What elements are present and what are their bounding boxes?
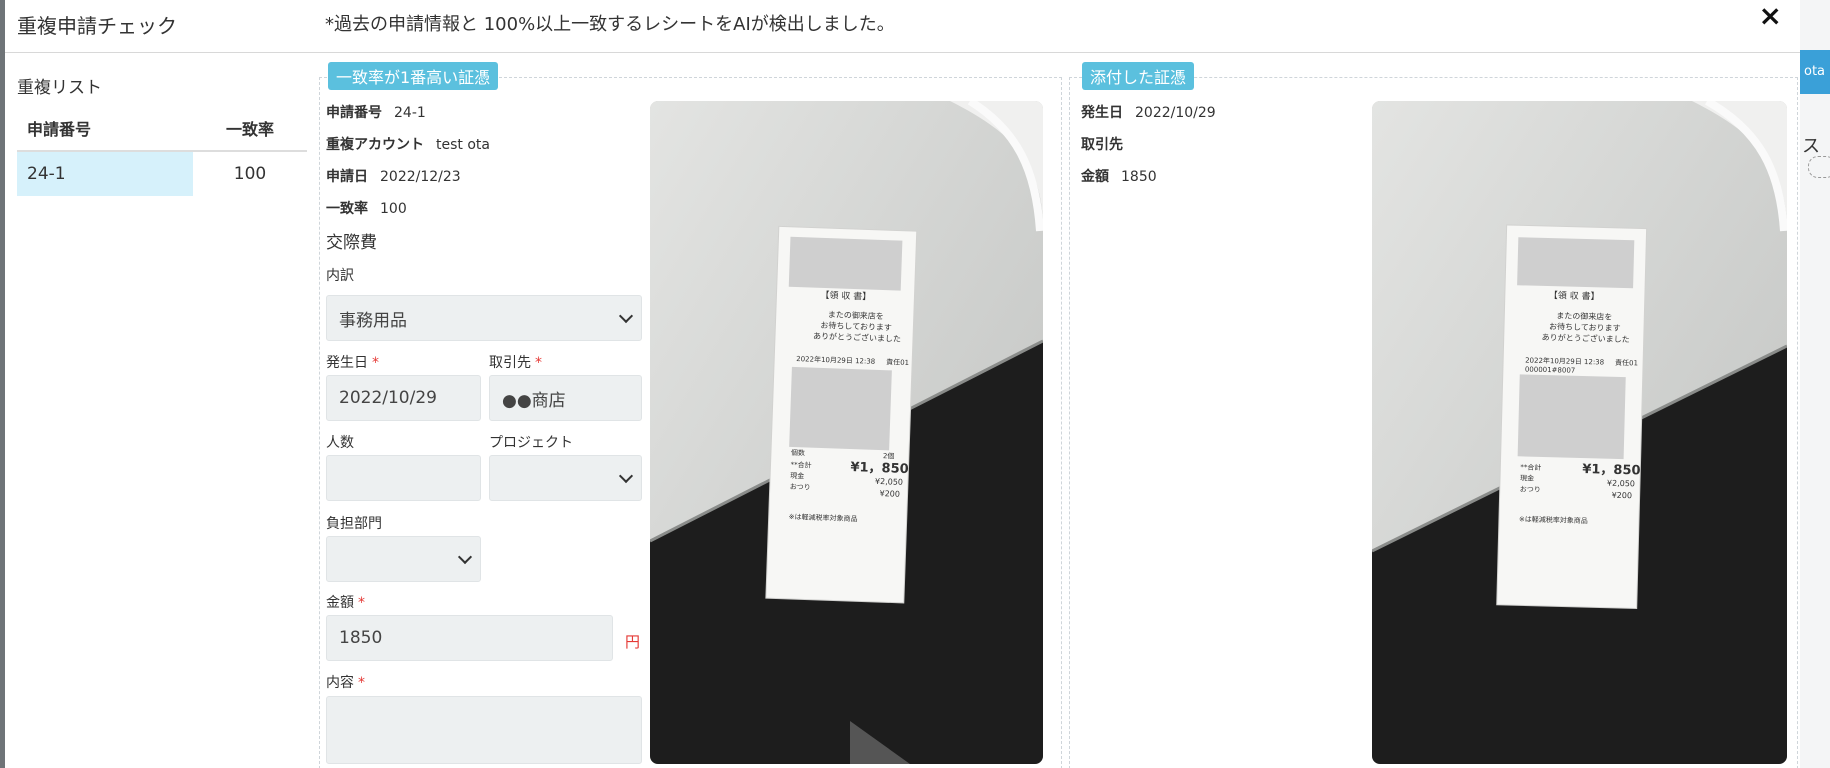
duplicate-list-label: 重複リスト: [17, 78, 102, 98]
amount-value: 1850: [339, 628, 383, 648]
receipt-staff: 責任01: [886, 357, 909, 367]
project-label: プロジェクト: [489, 435, 573, 451]
receipt-count-label: 個数: [791, 448, 805, 457]
receipt-change-label: おつり: [1520, 485, 1541, 494]
receipt-total-label: **合計: [1520, 462, 1541, 472]
dept-select[interactable]: [326, 536, 481, 582]
meta-duplicate-account: 重複アカウント test ota: [326, 137, 490, 153]
receipt-cash-value: ¥2,050: [1607, 479, 1635, 489]
receipt-count-value: 2個: [883, 451, 895, 460]
row-rate-cell: 100: [233, 164, 267, 184]
column-header-rate: 一致率: [193, 108, 307, 152]
chevron-down-icon: [618, 308, 634, 324]
receipt-total-value: ¥1，850: [850, 460, 909, 477]
meta-match-rate: 一致率 100: [326, 201, 407, 217]
meta-application-number: 申請番号 24-1: [326, 105, 426, 121]
duplicate-list-table: 申請番号 一致率 24-1 100: [17, 108, 307, 196]
chevron-down-icon: [618, 468, 634, 484]
receipt-change-value: ¥200: [1612, 491, 1633, 501]
receipt-cash-value: ¥2,050: [875, 477, 903, 487]
receipt-greeting-1: またの御来店を: [828, 309, 884, 321]
yen-unit: 円: [625, 633, 641, 651]
breakdown-label: 内訳: [326, 268, 354, 284]
people-label: 人数: [326, 435, 354, 451]
breakdown-value: 事務用品: [339, 310, 407, 331]
table-row[interactable]: 24-1 100: [17, 151, 307, 196]
right-meta-date: 発生日 2022/10/29: [1081, 105, 1216, 121]
receipt-cash-label: 現金: [790, 471, 804, 480]
date-field[interactable]: 2022/10/29: [326, 375, 481, 421]
background-text: ス: [1802, 136, 1820, 157]
meta-application-date: 申請日 2022/12/23: [326, 169, 461, 185]
duplicate-check-modal: 重複申請チェック *過去の申請情報と 100%以上一致するレシートをAIが検出し…: [5, 0, 1800, 768]
chevron-down-icon: [457, 549, 473, 565]
receipt-total-value: ¥1，850: [1582, 462, 1641, 479]
breakdown-select[interactable]: 事務用品: [326, 295, 642, 341]
modal-header: 重複申請チェック *過去の申請情報と 100%以上一致するレシートをAIが検出し…: [5, 0, 1800, 53]
vendor-label: 取引先 *: [489, 355, 542, 371]
amount-label: 金額 *: [326, 595, 365, 611]
receipt-total-label: **合計: [790, 460, 811, 470]
attached-receipt-image: 【領 収 書】 またの御来店を お待ちしております ありがとうございました 20…: [1372, 101, 1787, 764]
best-match-receipt-image: 【領 収 書】 またの御来店を お待ちしております ありがとうございました 20…: [650, 101, 1043, 764]
background-dashed-shape: [1808, 156, 1830, 178]
receipt-change-label: おつり: [790, 483, 811, 492]
vendor-field[interactable]: ●●商店: [489, 375, 642, 421]
modal-title: 重複申請チェック: [17, 14, 177, 38]
people-field[interactable]: [326, 455, 481, 501]
right-meta-amount: 金額 1850: [1081, 169, 1157, 185]
date-value: 2022/10/29: [339, 388, 437, 408]
receipt-greeting-2: お待ちしております: [1549, 321, 1621, 333]
close-icon[interactable]: ×: [1759, 2, 1782, 30]
content-textarea[interactable]: [326, 696, 642, 764]
receipt-note: ※は軽減税率対象商品: [1519, 514, 1588, 525]
date-label: 発生日 *: [326, 355, 379, 371]
background-button: ota: [1800, 50, 1830, 94]
attached-receipt-badge: 添付した証憑: [1082, 62, 1195, 90]
content-label: 内容 *: [326, 675, 365, 691]
row-number-cell[interactable]: 24-1: [17, 151, 193, 196]
best-match-badge: 一致率が1番高い証憑: [328, 62, 499, 90]
column-header-number: 申請番号: [17, 108, 193, 152]
project-select[interactable]: [489, 455, 642, 501]
vendor-value: ●●商店: [502, 390, 566, 411]
receipt-cash-label: 現金: [1520, 473, 1534, 482]
dept-label: 負担部門: [326, 516, 382, 532]
receipt-staff: 責任01: [1615, 358, 1638, 368]
right-meta-vendor: 取引先: [1081, 137, 1123, 153]
receipt-number: 000001#8007: [1525, 365, 1576, 374]
receipt-greeting-1: またの御来店を: [1556, 310, 1612, 321]
background-page-peek: ota ス: [1800, 0, 1830, 768]
receipt-change-value: ¥200: [879, 489, 900, 499]
category-label: 交際費: [326, 233, 377, 253]
ai-detection-notice: *過去の申請情報と 100%以上一致するレシートをAIが検出しました。: [325, 14, 895, 35]
amount-field[interactable]: 1850: [326, 615, 613, 661]
